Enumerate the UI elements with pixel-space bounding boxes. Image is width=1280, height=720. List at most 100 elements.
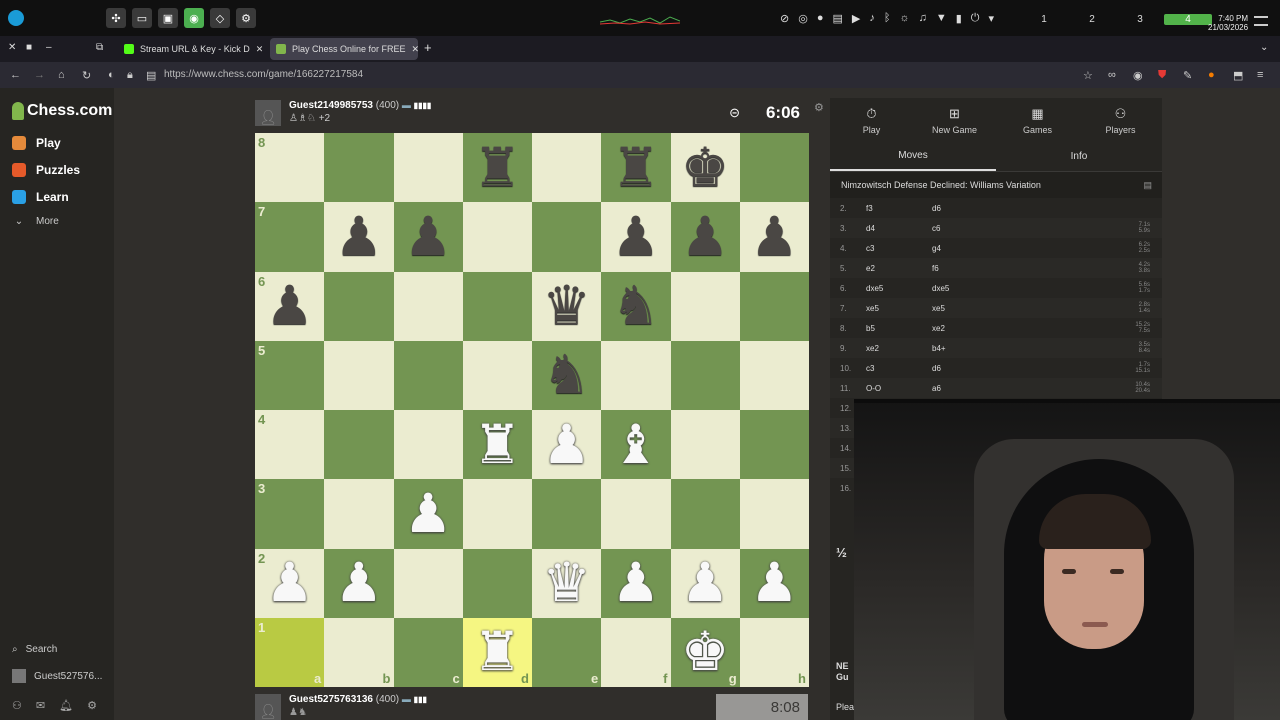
square-f8[interactable]: ♜ xyxy=(601,133,671,203)
page-info-icon[interactable]: ▤ xyxy=(146,69,156,82)
square-b4[interactable] xyxy=(324,410,394,480)
close-tab-icon[interactable]: ✕ xyxy=(256,44,264,55)
black-move[interactable]: g4 xyxy=(932,244,1032,253)
white-pawn-icon[interactable]: ♟ xyxy=(335,556,383,610)
battery-icon[interactable]: ▮ xyxy=(956,12,962,25)
network-icon[interactable]: ✣ xyxy=(106,8,126,28)
reload-icon[interactable]: ↻ xyxy=(82,69,91,82)
power-icon[interactable]: ⏻ xyxy=(971,12,980,25)
obs-icon[interactable]: ◎ xyxy=(798,12,808,25)
square-c7[interactable]: ♟ xyxy=(393,202,463,272)
subtab-moves[interactable]: Moves xyxy=(830,142,996,171)
sidebar-item-learn[interactable]: Learn xyxy=(12,190,69,204)
square-e1[interactable]: e xyxy=(532,617,602,687)
square-f2[interactable]: ♟ xyxy=(601,548,671,618)
terminal-icon[interactable]: ▣ xyxy=(158,8,178,28)
white-pawn-icon[interactable]: ♟ xyxy=(612,556,660,610)
tab-kick[interactable]: Stream URL & Key - Kick D ✕ xyxy=(118,38,266,60)
white-move[interactable]: xe2 xyxy=(866,344,932,353)
window-close-icon[interactable]: ✕ xyxy=(8,42,16,53)
square-a5[interactable]: 5 xyxy=(255,340,325,410)
subtab-info[interactable]: Info xyxy=(996,142,1162,171)
black-move[interactable]: xe2 xyxy=(932,324,1032,333)
sidebar-search[interactable]: ⌕ Search xyxy=(12,644,57,655)
square-a7[interactable]: 7 xyxy=(255,202,325,272)
tab-overview-icon[interactable]: ⧉ xyxy=(96,42,103,53)
black-move[interactable]: f6 xyxy=(932,264,1032,273)
player-name[interactable]: Guest5275763136 xyxy=(289,694,373,705)
square-b8[interactable] xyxy=(324,133,394,203)
white-pawn-icon[interactable]: ♟ xyxy=(404,486,452,541)
square-e4[interactable]: ♟ xyxy=(532,410,602,480)
white-move[interactable]: c3 xyxy=(866,364,932,373)
black-knight-icon[interactable]: ♞ xyxy=(542,348,590,402)
square-d2[interactable] xyxy=(462,548,532,618)
volume-icon[interactable]: ♪ xyxy=(869,12,875,24)
square-h6[interactable] xyxy=(739,271,809,341)
notifications-icon[interactable]: 🔔︎ xyxy=(59,699,73,712)
square-a6[interactable]: 6 ♟ xyxy=(255,271,325,341)
record-icon[interactable]: ● xyxy=(817,12,824,24)
black-pawn-icon[interactable]: ♟ xyxy=(681,209,729,264)
square-f6[interactable]: ♞ xyxy=(601,271,671,341)
white-rook-icon[interactable]: ♜ xyxy=(473,417,521,472)
tab-new-game[interactable]: ⊞ New Game xyxy=(913,98,996,142)
square-f1[interactable]: f xyxy=(601,617,671,687)
browser-menu-icon[interactable]: ≡ xyxy=(1257,69,1263,81)
mute-icon[interactable]: ⊘ xyxy=(780,12,789,25)
workspace-1[interactable]: 1 xyxy=(1020,14,1068,25)
book-icon[interactable]: ▤ xyxy=(1143,180,1152,191)
sidebar-item-puzzles[interactable]: Puzzles xyxy=(12,163,80,177)
bookmark-star-icon[interactable]: ☆ xyxy=(1083,69,1093,82)
workspace-3[interactable]: 3 xyxy=(1116,14,1164,25)
square-e6[interactable]: ♛ xyxy=(532,271,602,341)
white-pawn-icon[interactable]: ♟ xyxy=(681,556,729,610)
square-b2[interactable]: ♟ xyxy=(324,548,394,618)
white-move[interactable]: b5 xyxy=(866,324,932,333)
board-settings-icon[interactable]: ⚙ xyxy=(814,101,824,114)
black-move[interactable]: b4+ xyxy=(932,344,1032,353)
square-e5[interactable]: ♞ xyxy=(532,340,602,410)
window-minimize-icon[interactable]: – xyxy=(46,42,52,53)
sidebar-item-more[interactable]: ⌄ More xyxy=(12,216,59,227)
microphone-icon[interactable]: ♫ xyxy=(919,12,927,24)
square-a1[interactable]: 1a xyxy=(255,617,325,687)
draw-offer-button[interactable]: ½ xyxy=(836,545,847,560)
square-b3[interactable] xyxy=(324,479,394,549)
square-h8[interactable] xyxy=(739,133,809,203)
square-e7[interactable] xyxy=(532,202,602,272)
square-e3[interactable] xyxy=(532,479,602,549)
adblock-icon[interactable]: ⛊ xyxy=(1158,69,1166,82)
square-g1[interactable]: g ♚ xyxy=(670,617,740,687)
home-icon[interactable]: ⌂ xyxy=(58,69,65,81)
url-input[interactable]: https://www.chess.com/game/166227217584 xyxy=(164,69,363,80)
square-f7[interactable]: ♟ xyxy=(601,202,671,272)
square-h1[interactable]: h xyxy=(739,617,809,687)
square-d4[interactable]: ♜ xyxy=(462,410,532,480)
brightness-icon[interactable]: ☼ xyxy=(899,12,909,24)
square-g7[interactable]: ♟ xyxy=(670,202,740,272)
square-c6[interactable] xyxy=(393,271,463,341)
sidebar-item-play[interactable]: Play xyxy=(12,136,61,150)
square-c3[interactable]: ♟ xyxy=(393,479,463,549)
tab-chess[interactable]: Play Chess Online for FREE ✕ xyxy=(270,38,418,60)
black-move[interactable]: c6 xyxy=(932,224,1032,233)
player-name[interactable]: Guest2149985753 xyxy=(289,100,373,111)
window-maximize-icon[interactable]: ■ xyxy=(26,42,32,53)
square-f5[interactable] xyxy=(601,340,671,410)
avatar[interactable]: 👤︎ xyxy=(255,694,281,720)
black-pawn-icon[interactable]: ♟ xyxy=(750,209,798,264)
new-tab-icon[interactable]: + xyxy=(424,40,432,55)
black-pawn-icon[interactable]: ♟ xyxy=(265,279,313,333)
square-c1[interactable]: c xyxy=(393,617,463,687)
settings-icon[interactable]: ⚙ xyxy=(236,8,256,28)
messages-icon[interactable]: ✉ xyxy=(36,699,45,712)
play-icon[interactable]: ▶ xyxy=(852,12,860,25)
tab-players[interactable]: ⚇ Players xyxy=(1079,98,1162,142)
square-b5[interactable] xyxy=(324,340,394,410)
forward-icon[interactable]: → xyxy=(34,69,45,81)
square-g2[interactable]: ♟ xyxy=(670,548,740,618)
black-knight-icon[interactable]: ♞ xyxy=(612,279,660,333)
black-move[interactable]: d6 xyxy=(932,204,1032,213)
tab-games[interactable]: ▦ Games xyxy=(996,98,1079,142)
